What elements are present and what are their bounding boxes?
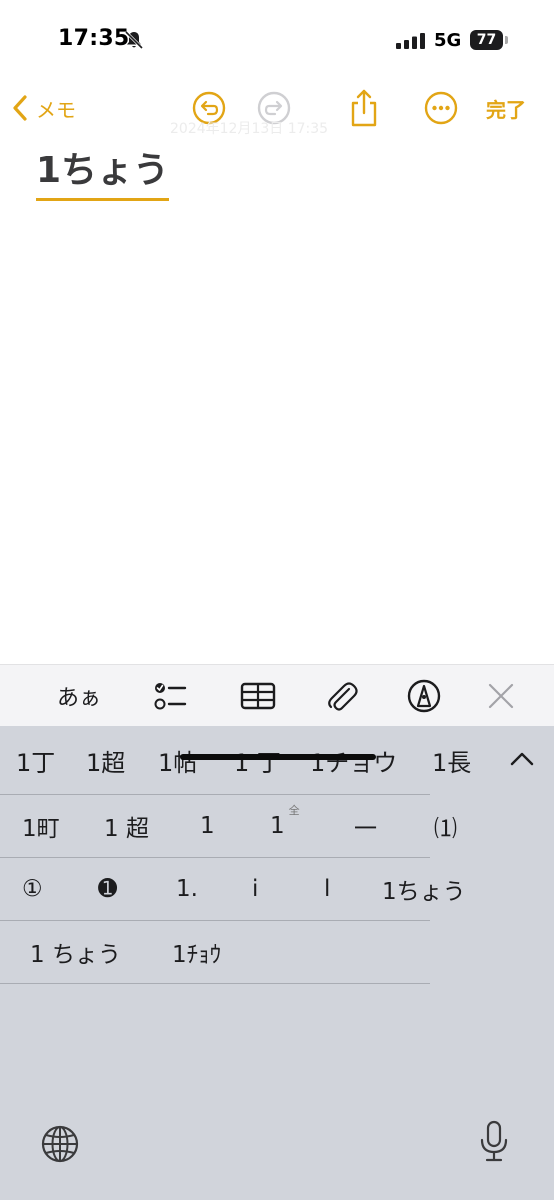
candidate[interactable]: 1 超 (104, 795, 149, 857)
candidate-label: 1 (270, 813, 285, 839)
candidate[interactable]: 1. (176, 858, 198, 920)
fullwidth-mark: 全 (288, 804, 300, 817)
more-button[interactable] (421, 88, 461, 128)
note-date: 2024年12月13日 17:35 (170, 121, 329, 137)
candidate[interactable]: 1 (200, 795, 215, 857)
paperclip-icon (328, 682, 358, 711)
candidate-fullwidth[interactable]: 1全 (270, 795, 300, 857)
candidate[interactable]: 一 (354, 795, 377, 857)
share-icon (351, 89, 377, 127)
done-button[interactable]: 完了 (486, 94, 526, 123)
candidate[interactable]: 1 ちょう (30, 921, 121, 983)
candidate-row: 1 ちょう 1ﾁｮｳ (0, 921, 430, 984)
keyboard: 1丁 1超 1帖 1 丁 1チョウ 1長 1町 1 超 1 1全 一 ⑴ ① ➊… (0, 726, 554, 1200)
candidate[interactable]: ① (22, 858, 43, 920)
candidate[interactable]: 1チョウ (310, 726, 397, 794)
keyboard-toolbar: あぁ (0, 664, 554, 727)
note-text[interactable]: 1ちょう (36, 148, 170, 201)
candidate[interactable]: 1ちょう (382, 858, 466, 920)
candidate[interactable]: 1超 (86, 726, 125, 794)
battery-indicator: 77 (470, 30, 508, 50)
battery-level: 77 (470, 30, 503, 50)
candidate[interactable]: i (252, 858, 258, 920)
candidate-row: 1町 1 超 1 1全 一 ⑴ (0, 794, 457, 858)
candidate[interactable]: 1ﾁｮｳ (172, 921, 221, 983)
microphone-icon[interactable] (478, 1120, 510, 1164)
status-bar: 17:35 5G 77 (0, 0, 554, 60)
chevron-up-icon[interactable] (506, 746, 538, 770)
candidate[interactable]: 1長 (432, 726, 471, 794)
candidate[interactable]: 1 丁 (234, 726, 281, 794)
candidate-grid: 1町 1 超 1 1全 一 ⑴ ① ➊ 1. i l 1ちょう 1 ちょう 1ﾁ… (0, 794, 466, 984)
table-icon (240, 682, 276, 710)
candidate[interactable]: 1丁 (16, 726, 55, 794)
bell-slash-icon (124, 30, 144, 50)
checklist-icon (154, 683, 187, 710)
signal-icon (396, 33, 425, 49)
close-keyboard-toolbar-button[interactable] (482, 677, 520, 715)
candidate[interactable]: 1町 (22, 795, 60, 857)
markup-button[interactable] (404, 677, 444, 715)
chevron-left-icon (13, 95, 27, 121)
attach-button[interactable] (322, 677, 362, 715)
back-label: メモ (36, 97, 76, 122)
close-icon (488, 683, 514, 709)
candidate[interactable]: 1帖 (158, 726, 197, 794)
markup-pen-icon (407, 679, 441, 713)
text-format-button[interactable]: あぁ (54, 677, 104, 715)
back-button[interactable]: メモ (10, 88, 76, 128)
status-time: 17:35 (58, 26, 130, 51)
more-icon (424, 91, 458, 125)
candidate[interactable]: l (324, 858, 330, 920)
network-label: 5G (434, 30, 462, 51)
share-button[interactable] (344, 88, 384, 128)
candidate-row: ① ➊ 1. i l 1ちょう (0, 858, 466, 921)
home-indicator (180, 754, 376, 760)
checklist-button[interactable] (150, 677, 190, 715)
candidate[interactable]: ➊ (98, 858, 117, 920)
candidate[interactable]: ⑴ (434, 795, 457, 857)
candidate-bar: 1丁 1超 1帖 1 丁 1チョウ 1長 (0, 726, 554, 794)
battery-cap (505, 36, 508, 44)
table-button[interactable] (238, 677, 278, 715)
globe-icon[interactable] (40, 1124, 80, 1164)
